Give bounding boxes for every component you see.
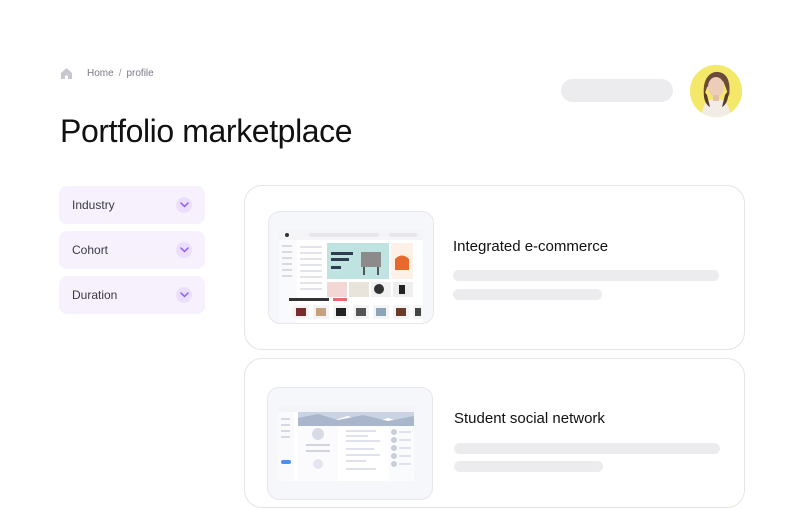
page-title: Portfolio marketplace xyxy=(60,113,353,149)
breadcrumb-separator: / xyxy=(118,68,122,79)
description-placeholder xyxy=(453,270,719,281)
description-placeholder xyxy=(454,443,720,454)
breadcrumb: Home / profile xyxy=(87,68,154,79)
filter-duration[interactable]: Duration xyxy=(59,276,205,314)
card-title: Student social network xyxy=(454,410,605,427)
card-title: Integrated e-commerce xyxy=(453,238,609,255)
home-icon[interactable] xyxy=(60,67,73,80)
filter-label: Cohort xyxy=(72,243,109,257)
description-placeholder xyxy=(453,289,602,300)
breadcrumb-current: profile xyxy=(126,68,154,79)
search-placeholder[interactable] xyxy=(561,79,673,102)
filter-industry[interactable]: Industry xyxy=(59,186,205,224)
chevron-down-icon xyxy=(176,287,192,303)
description-placeholder xyxy=(454,461,603,472)
filter-label: Duration xyxy=(72,288,118,302)
project-thumbnail xyxy=(267,387,433,500)
chevron-down-icon xyxy=(176,242,192,258)
portfolio-card[interactable]: Student social network xyxy=(244,358,745,508)
avatar[interactable] xyxy=(690,65,742,117)
filter-label: Industry xyxy=(72,198,115,212)
project-thumbnail xyxy=(268,211,434,324)
portfolio-card[interactable]: Integrated e-commerce xyxy=(244,185,745,350)
breadcrumb-home-link[interactable]: Home xyxy=(87,68,114,79)
filter-cohort[interactable]: Cohort xyxy=(59,231,205,269)
chevron-down-icon xyxy=(176,197,192,213)
